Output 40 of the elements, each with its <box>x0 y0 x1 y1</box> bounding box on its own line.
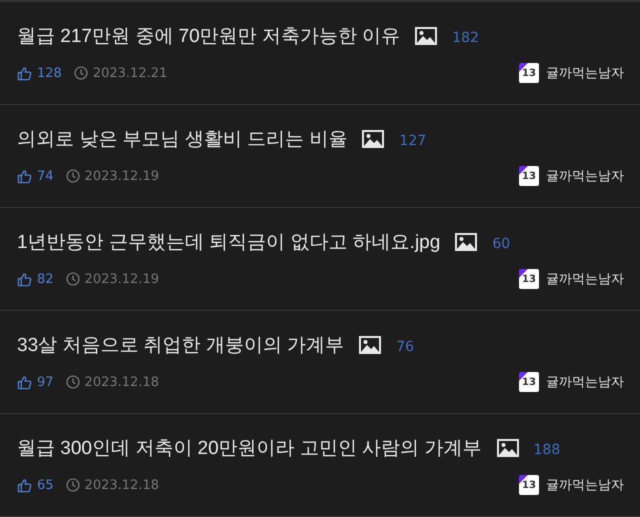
post-date: 2023.12.19 <box>84 168 159 184</box>
level-badge: 13 <box>519 166 539 186</box>
author-name[interactable]: 귤까먹는남자 <box>546 476 624 494</box>
post-date: 2023.12.21 <box>92 66 168 80</box>
thumbs-up-icon <box>17 478 32 492</box>
clock-icon <box>66 478 80 492</box>
level-badge: 13 <box>519 475 539 495</box>
view-count: 76 <box>396 339 414 355</box>
thumbs-up-icon <box>17 374 32 390</box>
post-date: 2023.12.18 <box>84 478 159 492</box>
like-count: 82 <box>37 272 54 286</box>
post-date: 2023.12.19 <box>84 272 159 286</box>
like-count: 128 <box>37 66 62 80</box>
like-count: 65 <box>37 478 54 492</box>
author-name[interactable]: 귤까먹는남자 <box>546 64 624 82</box>
thumbs-up-icon <box>17 66 32 80</box>
thumbs-up-icon <box>17 272 32 286</box>
author-name[interactable]: 귤까먹는남자 <box>546 373 624 391</box>
clock-icon <box>66 169 80 183</box>
like-count: 74 <box>37 168 54 184</box>
post-title[interactable]: 의외로 낮은 부모님 생활비 드리는 비율 <box>17 126 348 152</box>
clock-icon <box>66 375 80 389</box>
post-title[interactable]: 월급 217만원 중에 70만원만 저축가능한 이유 <box>17 23 400 49</box>
view-count: 127 <box>399 133 426 149</box>
post-date: 2023.12.18 <box>84 374 159 390</box>
post-title[interactable]: 1년반동안 근무했는데 퇴직금이 없다고 하네요.jpg <box>17 229 440 255</box>
post-title[interactable]: 33살 처음으로 취업한 개붕이의 가계부 <box>17 332 344 358</box>
post-title[interactable]: 월급 300인데 저축이 20만원이라 고민인 사람의 가계부 <box>17 435 482 461</box>
level-badge: 13 <box>519 63 539 83</box>
author-name[interactable]: 귤까먹는남자 <box>546 167 624 185</box>
view-count: 188 <box>534 442 560 458</box>
clock-icon <box>74 66 88 80</box>
view-count: 182 <box>452 30 479 46</box>
clock-icon <box>66 272 80 286</box>
view-count: 60 <box>492 236 510 252</box>
level-badge: 13 <box>519 269 539 289</box>
like-count: 97 <box>37 374 54 390</box>
author-name[interactable]: 귤까먹는남자 <box>546 270 624 288</box>
level-badge: 13 <box>519 372 539 392</box>
thumbs-up-icon <box>17 168 32 184</box>
